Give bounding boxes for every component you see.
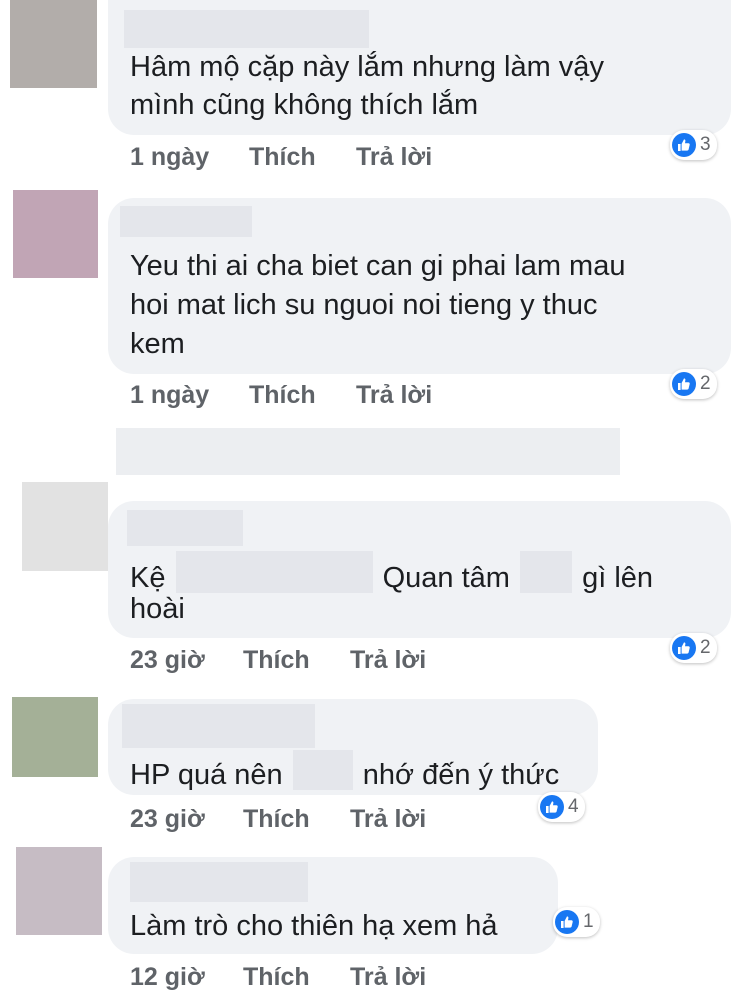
reply-link[interactable]: Trả lời bbox=[350, 805, 426, 834]
reaction-count[interactable]: 1 bbox=[553, 907, 600, 937]
reply-link[interactable]: Trả lời bbox=[350, 646, 426, 675]
reply-link[interactable]: Trả lời bbox=[356, 381, 432, 410]
redacted-author-name[interactable] bbox=[120, 206, 252, 237]
reaction-count-number: 2 bbox=[700, 637, 711, 658]
redacted-author-name[interactable] bbox=[124, 10, 369, 48]
reply-link[interactable]: Trả lời bbox=[350, 963, 426, 992]
comment-text: Hâm mộ cặp này lắm nhưng làm vậy bbox=[130, 51, 604, 83]
comment-text: kem bbox=[130, 328, 185, 360]
comment-text: mình cũng không thích lắm bbox=[130, 89, 479, 121]
reaction-count-number: 3 bbox=[700, 134, 711, 155]
like-icon bbox=[672, 372, 696, 396]
comment-text: Yeu thi ai cha biet can gi phai lam mau bbox=[130, 250, 626, 282]
comment-text-part: Quan tâm bbox=[382, 562, 510, 594]
like-link[interactable]: Thích bbox=[243, 646, 310, 675]
like-link[interactable]: Thích bbox=[249, 381, 316, 410]
like-icon bbox=[672, 636, 696, 660]
avatar[interactable] bbox=[13, 190, 98, 278]
redacted-word bbox=[292, 750, 353, 790]
comment-timestamp[interactable]: 23 giờ bbox=[130, 646, 205, 675]
reaction-count-number: 2 bbox=[700, 373, 711, 394]
redacted-word bbox=[520, 551, 573, 593]
reaction-count-number: 4 bbox=[568, 796, 579, 817]
comment-timestamp[interactable]: 1 ngày bbox=[130, 381, 209, 410]
like-link[interactable]: Thích bbox=[249, 143, 316, 172]
comment-text: hoài bbox=[130, 593, 185, 625]
like-icon bbox=[672, 133, 696, 157]
redacted-name bbox=[175, 551, 373, 593]
avatar[interactable] bbox=[12, 697, 98, 777]
comment-text-part: nhớ đến ý thức bbox=[362, 759, 560, 791]
comment-timestamp[interactable]: 12 giờ bbox=[130, 963, 205, 992]
avatar[interactable] bbox=[22, 482, 108, 571]
redacted-author-name[interactable] bbox=[122, 704, 315, 748]
avatar[interactable] bbox=[10, 0, 97, 88]
like-link[interactable]: Thích bbox=[243, 963, 310, 992]
like-icon bbox=[540, 795, 564, 819]
reaction-count-number: 1 bbox=[583, 911, 594, 932]
comment-text: hoi mat lich su nguoi noi tieng y thuc bbox=[130, 289, 598, 321]
reaction-count[interactable]: 2 bbox=[670, 633, 717, 663]
redacted-text-block[interactable] bbox=[116, 428, 620, 475]
like-icon bbox=[555, 910, 579, 934]
like-link[interactable]: Thích bbox=[243, 805, 310, 834]
avatar[interactable] bbox=[16, 847, 102, 935]
reaction-count[interactable]: 4 bbox=[538, 792, 585, 822]
comment-text: Kệ Quan tâm gì lên bbox=[130, 551, 653, 597]
comment-text: HP quá nên nhớ đến ý thức bbox=[130, 750, 559, 794]
comment-timestamp[interactable]: 1 ngày bbox=[130, 143, 209, 172]
comment-text: Làm trò cho thiên hạ xem hả bbox=[130, 910, 498, 942]
comment-text-part: gì lên bbox=[582, 562, 654, 594]
reply-link[interactable]: Trả lời bbox=[356, 143, 432, 172]
comment-text-part: HP quá nên bbox=[130, 759, 283, 791]
comment-timestamp[interactable]: 23 giờ bbox=[130, 805, 205, 834]
redacted-author-name[interactable] bbox=[130, 862, 308, 902]
redacted-author-name[interactable] bbox=[127, 510, 243, 546]
reaction-count[interactable]: 2 bbox=[670, 369, 717, 399]
reaction-count[interactable]: 3 bbox=[670, 130, 717, 160]
